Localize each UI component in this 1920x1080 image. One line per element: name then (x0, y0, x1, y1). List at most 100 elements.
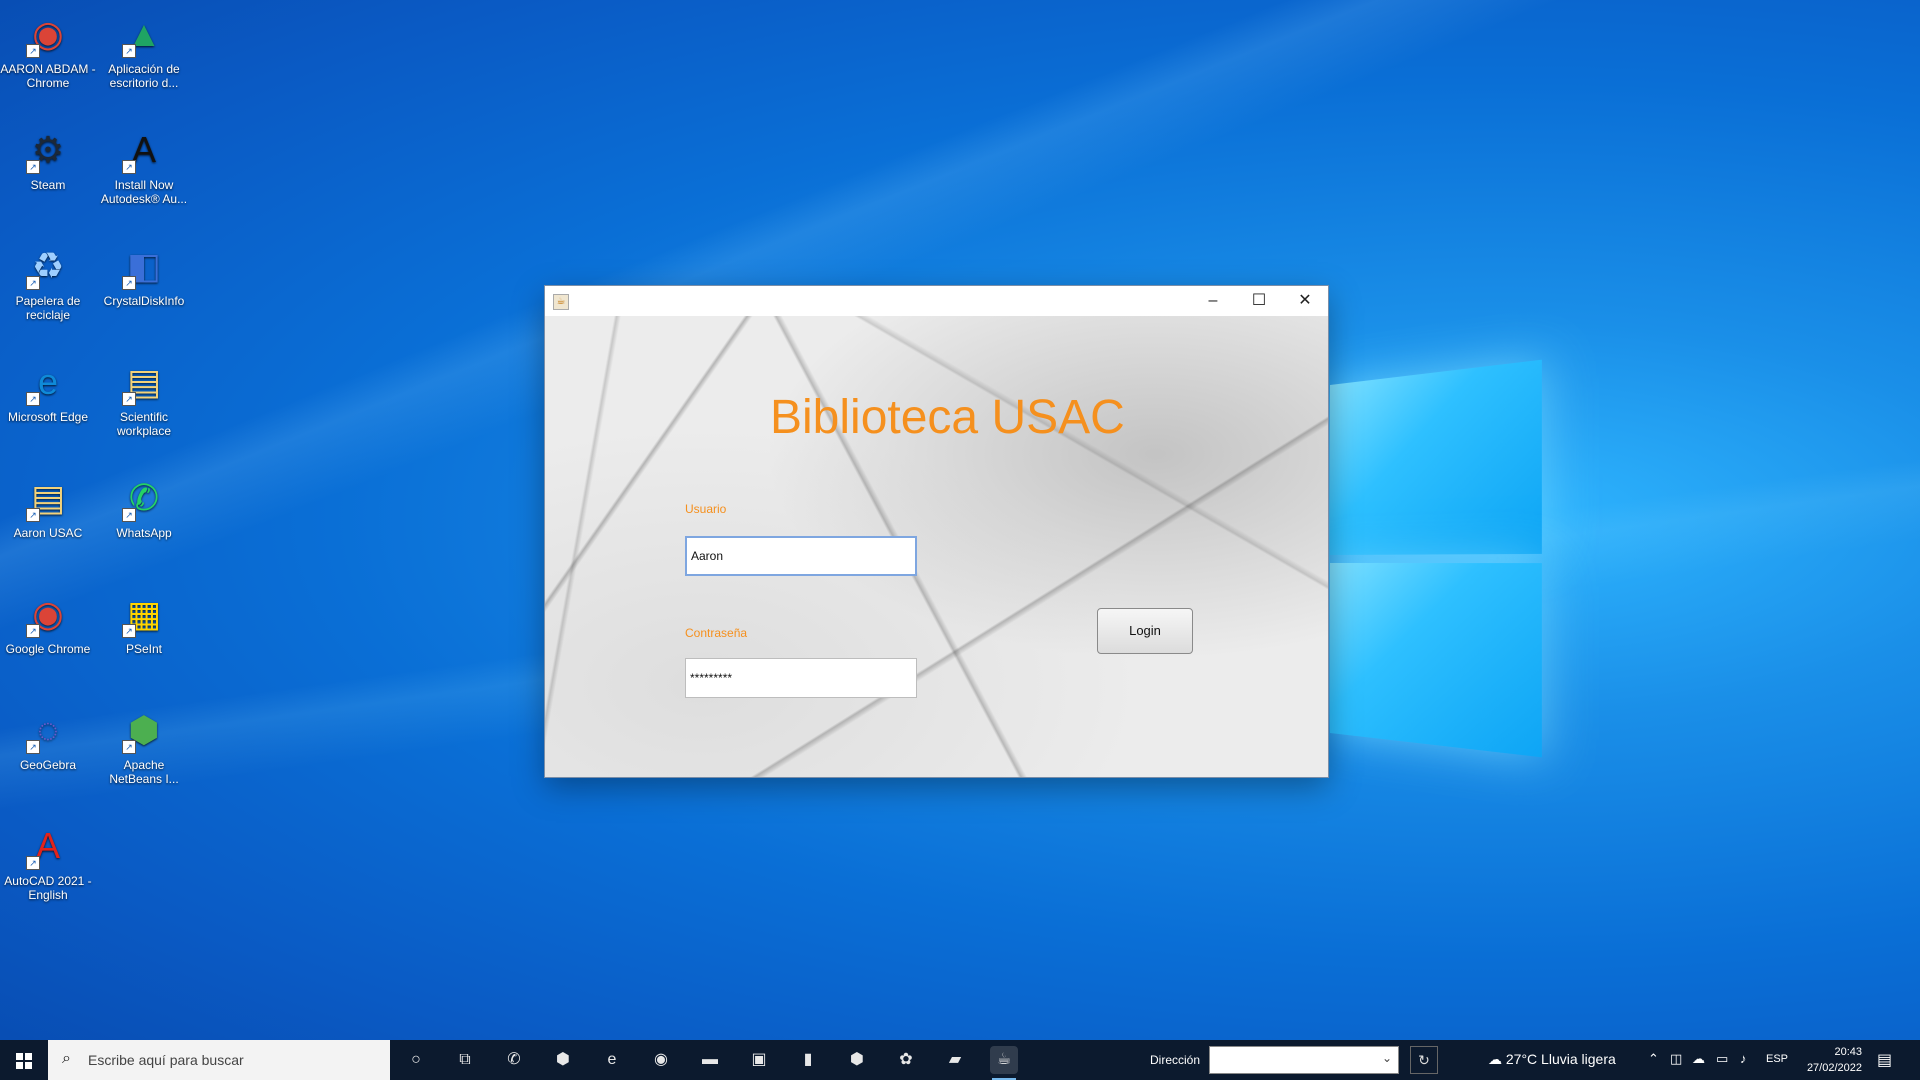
desktop-icon-label: GeoGebra (0, 758, 96, 772)
address-go-button[interactable]: ↻ (1410, 1046, 1438, 1074)
whatsapp-icon[interactable]: ✆ (500, 1046, 528, 1074)
password-field[interactable]: ********* (685, 658, 917, 698)
show-hidden-icons-chevron-icon[interactable]: ⌃ (1648, 1051, 1659, 1067)
desktop-icon-label: PSeInt (96, 642, 192, 656)
desktop-icon[interactable]: ◉ ↗ AARON ABDAM - Chrome (0, 4, 96, 90)
java-icon: ☕ (553, 294, 569, 310)
app-icon: ⚙ ↗ (24, 126, 72, 174)
app-icon: ▤ ↗ (120, 358, 168, 406)
shortcut-arrow-icon: ↗ (122, 44, 136, 58)
windows-wallpaper-logo (1330, 358, 1554, 767)
notes-icon[interactable]: ▰ (941, 1046, 969, 1074)
desktop-icon[interactable]: ⬢ ↗ Apache NetBeans I... (96, 700, 192, 786)
app-icon: e ↗ (24, 358, 72, 406)
app-icon: ◧ ↗ (120, 242, 168, 290)
username-label: Usuario (685, 502, 726, 516)
chrome-icon[interactable]: ◉ (647, 1046, 675, 1074)
meet-now-icon[interactable]: ◫ (1670, 1051, 1682, 1067)
chevron-down-icon[interactable]: ⌄ (1382, 1051, 1392, 1065)
desktop-icon-label: CrystalDiskInfo (96, 294, 192, 308)
app-icon: ◌ ↗ (24, 706, 72, 754)
desktop-icon-label: AutoCAD 2021 - English (0, 874, 96, 902)
clock[interactable]: 20:43 27/02/2022 (1792, 1044, 1862, 1076)
app-icon: ▦ ↗ (120, 590, 168, 638)
desktop-icon[interactable]: ⚙ ↗ Steam (0, 120, 96, 192)
desktop-icon[interactable]: ▦ ↗ PSeInt (96, 584, 192, 656)
network-icon[interactable]: ▭ (1716, 1051, 1728, 1067)
clock-date: 27/02/2022 (1792, 1060, 1862, 1076)
clock-time: 20:43 (1792, 1044, 1862, 1060)
windows-icon (16, 1053, 32, 1069)
shortcut-arrow-icon: ↗ (26, 856, 40, 870)
desktop-icon[interactable]: ▤ ↗ Aaron USAC (0, 468, 96, 540)
file-explorer-icon[interactable]: ▬ (696, 1046, 724, 1074)
search-placeholder: Escribe aquí para buscar (88, 1052, 244, 1068)
app-icon: ⬢ ↗ (120, 706, 168, 754)
login-button[interactable]: Login (1097, 608, 1193, 654)
app-title: Biblioteca USAC (770, 390, 1125, 445)
desktop-icon-label: Microsoft Edge (0, 410, 96, 424)
desktop-icon-label: Aplicación de escritorio d... (96, 62, 192, 90)
language-indicator[interactable]: ESP (1766, 1053, 1788, 1065)
weather-widget[interactable]: ☁ 27°C Lluvia ligera (1488, 1051, 1616, 1068)
desktop-icon[interactable]: ◌ ↗ GeoGebra (0, 700, 96, 772)
app-icon: ✆ ↗ (120, 474, 168, 522)
app-icon: ▲ ↗ (120, 10, 168, 58)
store-icon[interactable]: ▣ (745, 1046, 773, 1074)
desktop-icon[interactable]: ▤ ↗ Scientific workplace (96, 352, 192, 438)
desktop-icon[interactable]: ✆ ↗ WhatsApp (96, 468, 192, 540)
start-button[interactable] (0, 1040, 48, 1080)
netbeans-icon[interactable]: ⬢ (843, 1046, 871, 1074)
java-icon[interactable]: ☕ (990, 1046, 1018, 1074)
shortcut-arrow-icon: ↗ (26, 276, 40, 290)
weather-text: 27°C Lluvia ligera (1506, 1051, 1616, 1067)
volume-icon[interactable]: ♪ (1740, 1051, 1747, 1066)
office-icon[interactable]: ▮ (794, 1046, 822, 1074)
shortcut-arrow-icon: ↗ (26, 44, 40, 58)
close-button[interactable]: ✕ (1282, 286, 1328, 316)
desktop-icon-label: Google Chrome (0, 642, 96, 656)
search-box[interactable]: ⌕ Escribe aquí para buscar (48, 1040, 390, 1080)
desktop-icon[interactable]: A ↗ AutoCAD 2021 - English (0, 816, 96, 902)
shortcut-arrow-icon: ↗ (26, 392, 40, 406)
desktop-icon[interactable]: ◧ ↗ CrystalDiskInfo (96, 236, 192, 308)
desktop-icon[interactable]: A ↗ Install Now Autodesk® Au... (96, 120, 192, 206)
desktop-icon[interactable]: ◉ ↗ Google Chrome (0, 584, 96, 656)
app-icon: A ↗ (24, 822, 72, 870)
shortcut-arrow-icon: ↗ (26, 160, 40, 174)
username-field[interactable] (685, 536, 917, 576)
app-hex-icon[interactable]: ⬢ (549, 1046, 577, 1074)
shortcut-arrow-icon: ↗ (122, 624, 136, 638)
paint-icon[interactable]: ✿ (892, 1046, 920, 1074)
desktop-icon-label: AARON ABDAM - Chrome (0, 62, 96, 90)
edge-icon[interactable]: e (598, 1046, 626, 1074)
password-label: Contraseña (685, 626, 747, 640)
notification-icon[interactable]: ▤ (1877, 1050, 1892, 1070)
login-window: ☕ – ☐ ✕ Biblioteca USAC Usuario Contrase… (545, 286, 1328, 777)
login-panel: Biblioteca USAC Usuario Contraseña *****… (545, 316, 1328, 777)
minimize-button[interactable]: – (1190, 286, 1236, 316)
shortcut-arrow-icon: ↗ (26, 508, 40, 522)
taskbar: ⌕ Escribe aquí para buscar ○ ⧉ ✆ ⬢ e ◉ ▬ ▣ ▮ ⬢ ✿ ▰ ☕… (0, 1040, 1920, 1080)
maximize-button[interactable]: ☐ (1236, 286, 1282, 316)
app-icon: ◉ ↗ (24, 10, 72, 58)
search-icon: ⌕ (62, 1050, 71, 1068)
desktop-icon[interactable]: ▲ ↗ Aplicación de escritorio d... (96, 4, 192, 90)
address-input[interactable]: ⌄ (1209, 1046, 1399, 1074)
shortcut-arrow-icon: ↗ (122, 392, 136, 406)
task-view-icon[interactable]: ⧉ (451, 1046, 479, 1074)
shortcut-arrow-icon: ↗ (26, 624, 40, 638)
desktop-icon-label: Scientific workplace (96, 410, 192, 438)
desktop-icon[interactable]: e ↗ Microsoft Edge (0, 352, 96, 424)
shortcut-arrow-icon: ↗ (122, 160, 136, 174)
shortcut-arrow-icon: ↗ (122, 740, 136, 754)
onedrive-icon[interactable]: ☁ (1692, 1051, 1705, 1067)
cortana-icon[interactable]: ○ (402, 1046, 430, 1074)
desktop-icon-label: Papelera de reciclaje (0, 294, 96, 322)
shortcut-arrow-icon: ↗ (26, 740, 40, 754)
title-bar[interactable]: ☕ – ☐ ✕ (545, 286, 1328, 316)
desktop-icon[interactable]: ♻ ↗ Papelera de reciclaje (0, 236, 96, 322)
app-icon: ▤ ↗ (24, 474, 72, 522)
cloud-icon: ☁ (1488, 1051, 1502, 1067)
app-icon: A ↗ (120, 126, 168, 174)
